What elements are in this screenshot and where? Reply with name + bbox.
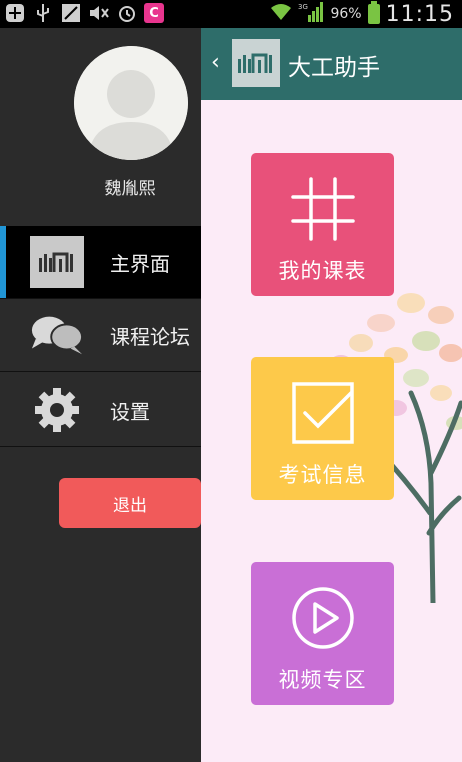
app-notification-icon: C (144, 3, 164, 23)
signal-icon: 3G (298, 1, 324, 27)
action-bar: ‹ 大工助手 (201, 28, 462, 100)
tile-label-exam: 考试信息 (278, 463, 367, 487)
avatar[interactable] (74, 46, 188, 160)
add-notification-icon (4, 2, 26, 24)
play-icon (291, 587, 354, 649)
avatar-placeholder-icon (74, 46, 188, 160)
app-logo-icon[interactable] (232, 39, 280, 87)
menu-item-settings[interactable]: 设置 (0, 374, 201, 447)
usb-icon (32, 2, 54, 24)
battery-icon (367, 1, 380, 24)
wifi-icon (270, 3, 292, 25)
tile-my-schedule[interactable]: 我的课表 (251, 153, 394, 296)
checkbox-icon (291, 382, 354, 444)
tile-label-schedule: 我的课表 (278, 259, 367, 283)
logout-button[interactable]: 退出 (59, 478, 201, 528)
gear-icon (30, 384, 84, 436)
navigation-drawer: 魏胤熙 主界面 课程论坛 设置 退出 (0, 28, 201, 762)
app-title: 大工助手 (288, 55, 380, 81)
main-panel: ‹ 大工助手 我的课表 考试信息 视频专区 (201, 28, 462, 762)
active-indicator (0, 226, 6, 298)
back-chevron-icon[interactable]: ‹ (211, 50, 220, 75)
menu-label-forum: 课程论坛 (110, 324, 190, 349)
tile-label-video: 视频专区 (278, 668, 367, 692)
status-bar: C 3G 96% 11:15 (0, 0, 462, 28)
svg-text:3G: 3G (298, 3, 308, 11)
menu-label-home: 主界面 (110, 251, 170, 276)
alarm-icon (116, 2, 138, 24)
mute-icon (88, 2, 110, 24)
tile-exam-info[interactable]: 考试信息 (251, 357, 394, 500)
battery-percent: 96% (330, 6, 362, 22)
home-logo-icon (30, 236, 84, 288)
debug-icon (60, 2, 82, 24)
menu-item-home[interactable]: 主界面 (0, 226, 201, 299)
clock: 11:15 (385, 1, 454, 27)
grid-icon (290, 177, 355, 241)
chat-bubbles-icon (30, 309, 84, 361)
menu-item-forum[interactable]: 课程论坛 (0, 299, 201, 372)
tile-video-zone[interactable]: 视频专区 (251, 562, 394, 705)
menu-label-settings: 设置 (110, 399, 150, 424)
